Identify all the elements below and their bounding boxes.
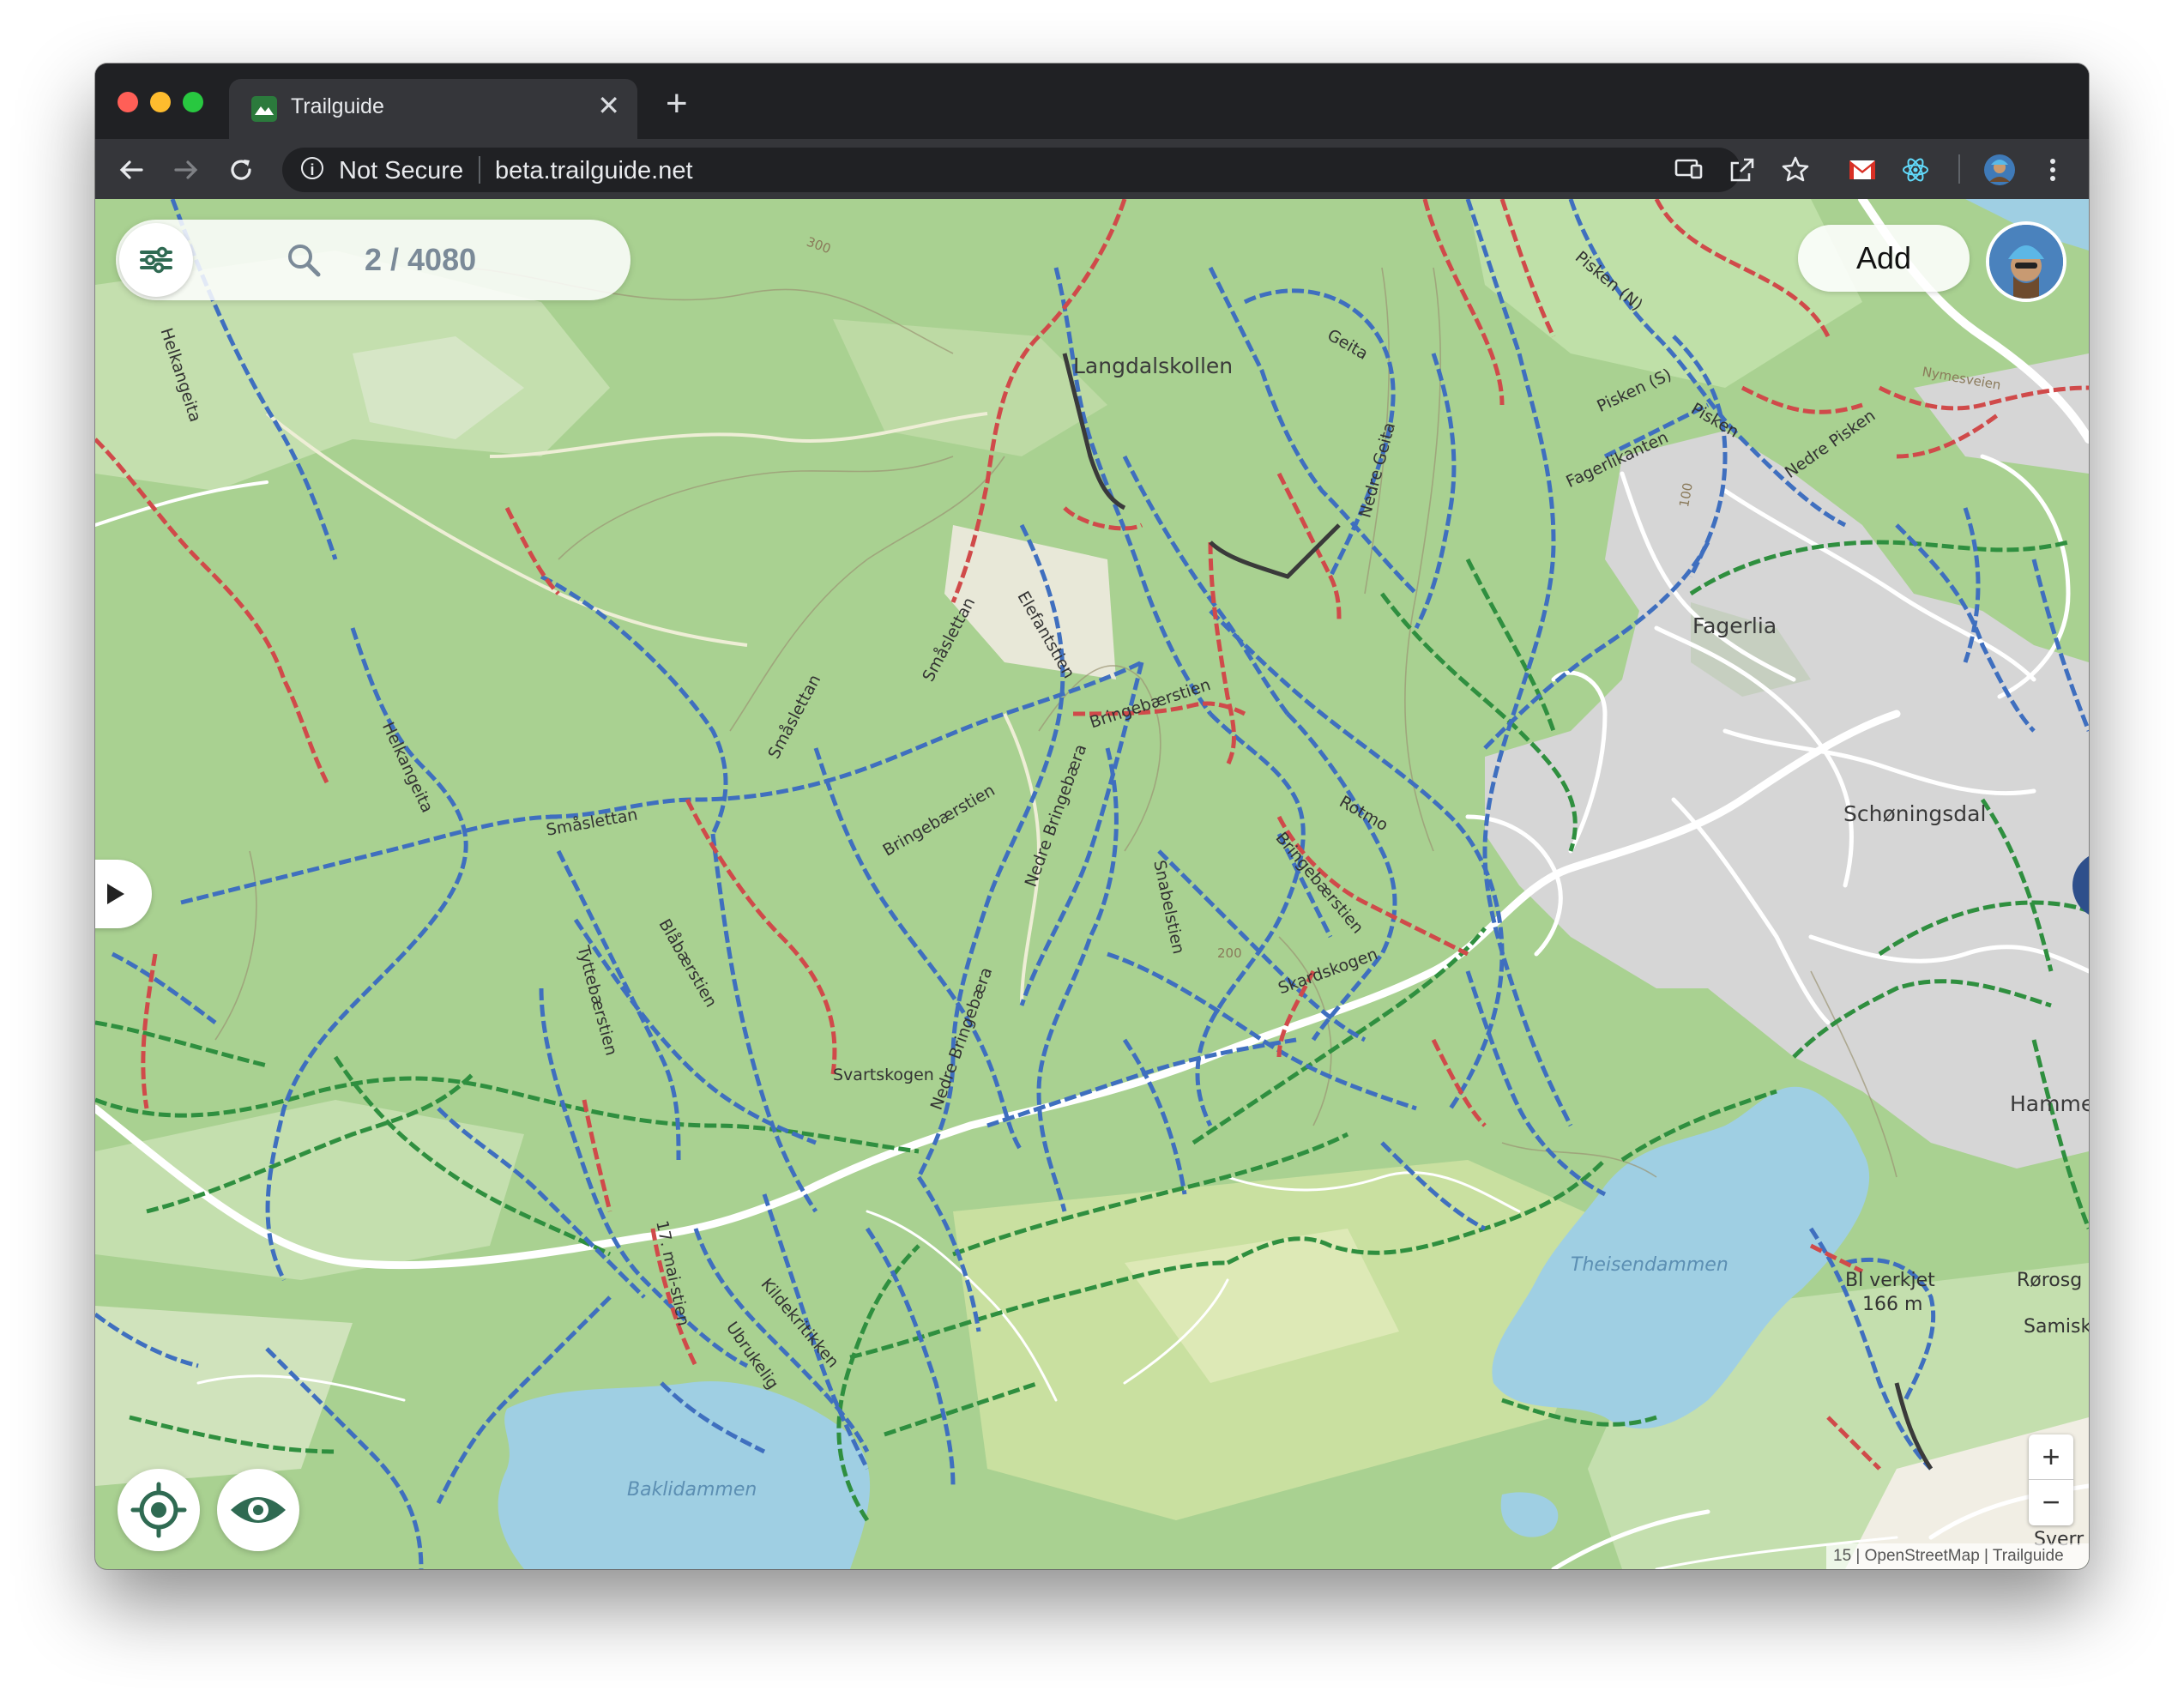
search-bar[interactable]: 2 / 4080 [116,220,630,300]
zoom-control: + − [2029,1434,2073,1525]
new-tab-button[interactable]: + [666,82,688,125]
close-window-button[interactable] [118,92,138,112]
zoom-out-button[interactable]: − [2029,1480,2073,1525]
peak-label-langdalskollen: Langdalskollen [1073,353,1234,378]
url-text[interactable]: beta.trailguide.net [495,157,693,185]
trail-map[interactable]: Fagerlia Schøningsdal Hamme Rørosg Samis… [95,199,2089,1569]
eye-icon [231,1497,286,1523]
address-bar[interactable]: i Not Secure beta.trailguide.net [282,148,1741,192]
tab-trailguide[interactable]: Trailguide ✕ [229,79,637,139]
play-triangle-icon [107,884,124,904]
maximize-window-button[interactable] [183,92,203,112]
tab-close-icon[interactable]: ✕ [597,89,620,122]
omnibox-divider [479,156,480,184]
toolbar-divider [1958,154,1960,184]
add-button[interactable]: Add [1798,225,1970,292]
browser-window: Trailguide ✕ + i Not Secure beta.trailgu… [95,63,2089,1569]
place-label-samisk: Samisk [2024,1316,2089,1338]
filter-sliders-icon [140,246,172,274]
react-devtools-icon[interactable] [1898,153,1933,187]
map-attribution[interactable]: 15 | OpenStreetMap | Trailguide [1826,1543,2089,1569]
layers-button[interactable] [2072,851,2089,920]
water-label-baklidammen: Baklidammen [627,1479,757,1501]
search-result-count: 2 / 4080 [365,242,477,277]
tab-title: Trailguide [291,94,384,118]
user-avatar[interactable] [1986,221,2066,302]
layers-icon [2072,851,2089,920]
cast-icon[interactable] [1672,153,1706,187]
security-label[interactable]: Not Secure [339,157,463,185]
place-label-schoningsdal: Schøningsdal [1843,801,1987,826]
bookmark-star-icon[interactable] [1778,153,1813,187]
trail-label-svartskogen: Svartskogen [833,1066,934,1084]
tab-bar: Trailguide ✕ + [95,63,2089,139]
locate-button[interactable] [118,1469,200,1551]
zoom-in-button[interactable]: + [2029,1434,2073,1480]
browser-toolbar: i Not Secure beta.trailguide.net [95,139,2089,199]
search-icon[interactable] [286,242,322,278]
visibility-button[interactable] [217,1469,299,1551]
browser-menu-icon[interactable] [2036,153,2070,187]
contour-label-200: 200 [1217,945,1242,961]
back-icon[interactable] [118,156,145,184]
peak-label-bjerkjet: Bl verkjet [1845,1270,1935,1291]
peak-label-bjerkjet-elevation: 166 m [1862,1294,1923,1315]
open-external-icon[interactable] [1725,153,1759,187]
trailguide-favicon-icon [251,96,277,122]
map-canvas[interactable] [95,199,2089,1569]
sidebar-toggle-button[interactable] [95,860,152,928]
avatar-icon [1989,225,2063,299]
filter-button[interactable] [119,223,193,297]
reload-icon[interactable] [227,156,255,184]
place-label-hamme: Hamme [2010,1091,2089,1116]
place-label-fagerlia: Fagerlia [1692,613,1777,638]
minimize-window-button[interactable] [150,92,171,112]
place-label-rorosg: Rørosg [2017,1270,2083,1291]
info-icon[interactable]: i [301,157,323,179]
crosshair-target-icon [130,1482,187,1538]
gmail-extension-icon[interactable] [1845,153,1879,187]
forward-icon[interactable] [172,156,200,184]
profile-avatar-icon[interactable] [1982,153,2017,187]
water-label-theisendammen: Theisendammen [1571,1254,1728,1276]
